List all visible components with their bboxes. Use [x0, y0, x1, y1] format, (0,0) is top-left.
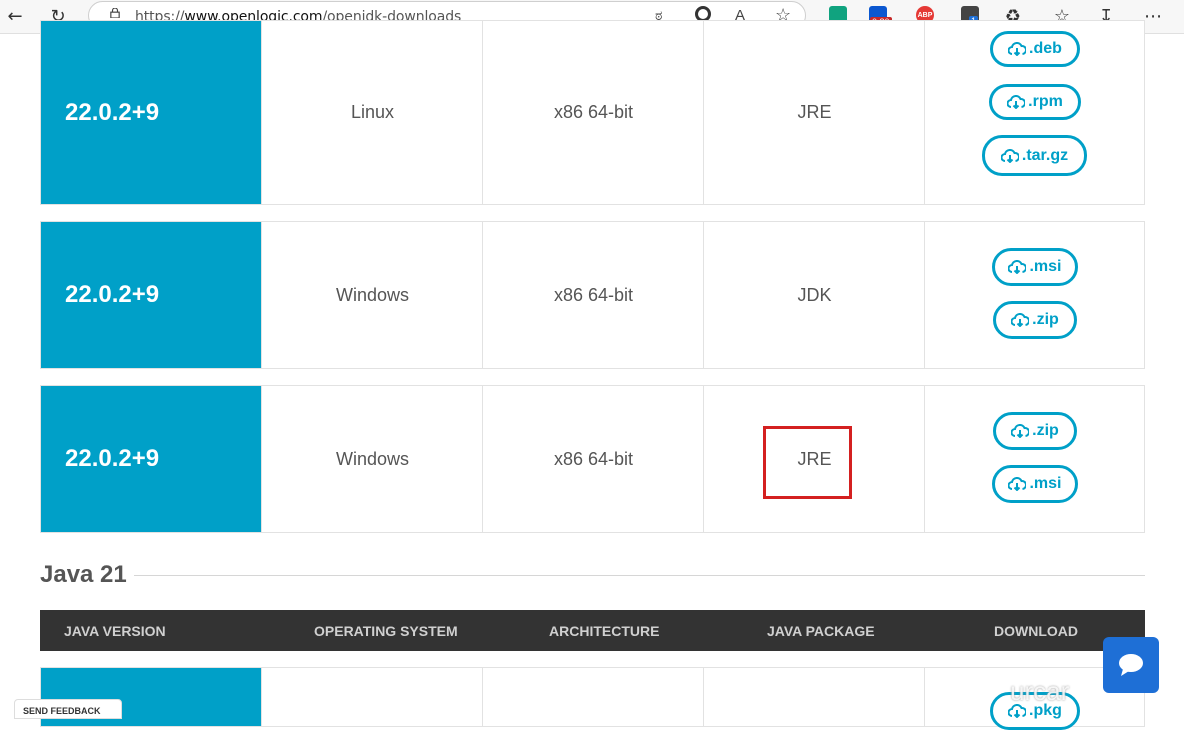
download-zip-button[interactable]: .zip [993, 301, 1077, 339]
header-java-version: JAVA VERSION [64, 622, 166, 639]
chat-bubble-icon [1119, 654, 1143, 676]
version-cell: 22.0.2+9 [41, 21, 261, 204]
table-header: JAVA VERSION OPERATING SYSTEM ARCHITECTU… [40, 610, 1145, 651]
download-msi-button[interactable]: .msi [992, 248, 1078, 286]
arch-cell [482, 668, 704, 726]
watermark: urcar [1010, 676, 1070, 706]
header-operating-system: OPERATING SYSTEM [314, 622, 458, 639]
download-cell: .zip .msi [924, 386, 1144, 532]
section-title: Java 21 [40, 561, 127, 588]
os-cell: Linux [261, 21, 483, 204]
highlight-box [763, 426, 852, 499]
cloud-download-icon [1008, 260, 1027, 274]
version-cell: 22.0.2+9 [41, 222, 261, 368]
arch-cell: x86 64-bit [482, 222, 704, 368]
package-cell: JRE [703, 21, 925, 204]
chat-button[interactable] [1103, 637, 1159, 693]
cloud-download-icon [1000, 148, 1019, 163]
header-java-package: JAVA PACKAGE [767, 622, 875, 639]
download-targz-button[interactable]: .tar.gz [982, 135, 1087, 176]
table-row: .pkg [40, 667, 1145, 730]
cloud-download-icon [1007, 95, 1026, 109]
cloud-download-icon [1008, 477, 1027, 491]
lock-icon [110, 8, 120, 18]
download-cell: .deb .rpm .tar.gz [924, 21, 1144, 204]
download-deb-button[interactable]: .deb [990, 31, 1080, 67]
arch-cell: x86 64-bit [482, 21, 704, 204]
download-rpm-button[interactable]: .rpm [989, 84, 1081, 120]
back-arrow-icon[interactable]: ← [2, 4, 28, 28]
arch-cell: x86 64-bit [482, 386, 704, 532]
header-architecture: ARCHITECTURE [549, 622, 660, 639]
cloud-download-icon [1011, 313, 1030, 327]
table-row: 22.0.2+9 Windows x86 64-bit JRE .zip .ms… [40, 385, 1145, 533]
download-cell: .msi .zip [924, 222, 1144, 368]
section-divider [134, 575, 1145, 576]
download-msi-button[interactable]: .msi [992, 465, 1078, 503]
os-cell [261, 668, 483, 726]
table-row: 22.0.2+9 Linux x86 64-bit JRE .deb .rpm … [40, 20, 1145, 205]
header-download: DOWNLOAD [994, 622, 1078, 639]
send-feedback-tab[interactable]: SEND FEEDBACK [14, 699, 122, 719]
version-cell: 22.0.2+9 [41, 386, 261, 532]
cloud-download-icon [1011, 424, 1030, 438]
download-zip-button[interactable]: .zip [993, 412, 1077, 450]
package-cell [703, 668, 925, 726]
os-cell: Windows [261, 222, 483, 368]
table-row: 22.0.2+9 Windows x86 64-bit JDK .msi .zi… [40, 221, 1145, 369]
os-cell: Windows [261, 386, 483, 532]
package-cell: JDK [703, 222, 925, 368]
cloud-download-icon [1008, 42, 1027, 56]
